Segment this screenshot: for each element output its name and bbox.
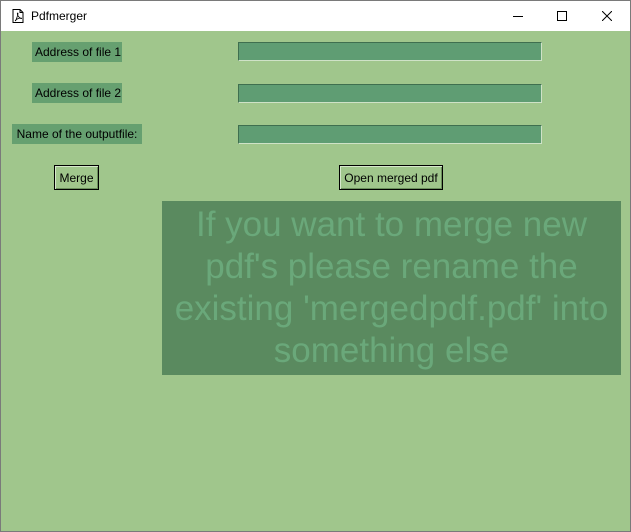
close-button[interactable]	[584, 1, 630, 31]
minimize-button[interactable]	[495, 1, 541, 31]
pdf-file-icon	[10, 8, 26, 24]
minimize-icon	[513, 11, 523, 21]
file2-address-input[interactable]	[238, 84, 542, 103]
notice-line: existing 'mergedpdf.pdf' into	[174, 289, 609, 328]
maximize-button[interactable]	[539, 1, 585, 31]
merge-button[interactable]: Merge	[54, 165, 99, 190]
rename-notice: If you want to merge new pdf's please re…	[162, 201, 621, 375]
close-icon	[602, 11, 612, 21]
maximize-icon	[557, 11, 567, 21]
app-window: Pdfmerger Address of file 1 Address of f…	[0, 0, 631, 532]
file1-address-input[interactable]	[238, 42, 542, 61]
file1-label: Address of file 1	[32, 42, 122, 62]
output-name-input[interactable]	[238, 125, 542, 144]
file2-label: Address of file 2	[32, 83, 122, 103]
main-content: Address of file 1 Address of file 2 Name…	[1, 31, 630, 531]
notice-line: If you want to merge new	[195, 205, 588, 244]
title-bar[interactable]: Pdfmerger	[1, 1, 630, 31]
open-merged-pdf-button[interactable]: Open merged pdf	[339, 165, 443, 190]
window-title: Pdfmerger	[31, 9, 88, 23]
notice-line: pdf's please rename the	[205, 247, 578, 286]
output-name-label: Name of the outputfile:	[12, 124, 142, 144]
notice-line: something else	[273, 331, 510, 370]
